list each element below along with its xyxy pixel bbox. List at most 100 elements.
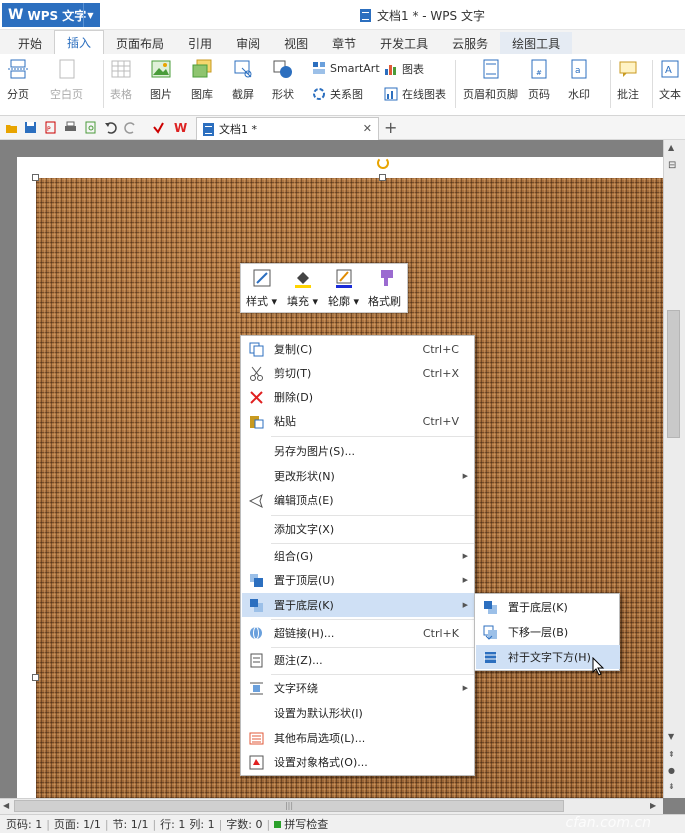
vertical-scroll-thumb[interactable] [667, 310, 680, 438]
table-button[interactable]: 表格 [110, 58, 132, 102]
chart-button[interactable]: 图表 [384, 61, 424, 77]
tab-developer[interactable]: 开发工具 [368, 32, 440, 54]
tab-cloud[interactable]: 云服务 [440, 32, 500, 54]
menu-item-send-to-back[interactable]: 置于底层(K) ▶ [242, 593, 475, 617]
open-icon[interactable] [5, 121, 18, 134]
menu-item-format-object[interactable]: 设置对象格式(O)... [242, 750, 475, 774]
ribbon-separator [455, 60, 456, 108]
redo-icon[interactable] [124, 121, 137, 134]
next-page-icon[interactable]: ⇟ [668, 782, 675, 791]
menu-label: 置于顶层(U) [274, 574, 335, 587]
menu-item-set-default-shape[interactable]: 设置为默认形状(I) [242, 701, 475, 725]
window-title-text: 文档1 * - WPS 文字 [377, 9, 485, 23]
online-chart-button[interactable]: 在线图表 [384, 86, 446, 102]
outline-button[interactable]: 轮廓 ▾ [328, 268, 359, 309]
gallery-label: 图库 [191, 88, 213, 101]
status-column: 列: 1 [189, 818, 215, 831]
tab-insert[interactable]: 插入 [54, 30, 105, 54]
page-number-button[interactable]: # 页码 [528, 58, 550, 102]
undo-icon[interactable] [104, 121, 117, 134]
menu-separator [271, 674, 474, 675]
blank-page-button[interactable]: 空白页 [50, 58, 83, 102]
menu-label: 复制(C) [274, 343, 313, 356]
submenu-item-send-to-back[interactable]: 置于底层(K) [476, 595, 620, 619]
header-footer-button[interactable]: 页眉和页脚 [463, 58, 518, 102]
picture-button[interactable]: 图片 [150, 58, 172, 102]
tab-section[interactable]: 章节 [320, 32, 368, 54]
menu-item-paste[interactable]: 粘贴 Ctrl+V [242, 409, 475, 433]
add-tab-icon[interactable]: + [384, 118, 397, 137]
select-browse-icon[interactable]: ● [668, 766, 675, 775]
document-icon [360, 9, 371, 22]
menu-item-save-as-image[interactable]: 另存为图片(S)... [242, 439, 475, 463]
tab-references[interactable]: 引用 [176, 32, 224, 54]
menu-item-add-text[interactable]: 添加文字(X) [242, 517, 475, 541]
submenu-item-send-backward[interactable]: 下移一层(B) [476, 620, 620, 644]
textbox-button[interactable]: A 文本 [659, 58, 681, 102]
menu-item-more-layout-options[interactable]: 其他布局选项(L)... [242, 726, 475, 750]
scroll-down-icon[interactable]: ▼ [668, 732, 674, 741]
smartart-button[interactable]: SmartArt [312, 61, 380, 75]
relation-diagram-label: 关系图 [330, 88, 363, 101]
menu-item-change-shape[interactable]: 更改形状(N) ▶ [242, 464, 475, 488]
save-icon[interactable] [24, 121, 37, 134]
tab-start[interactable]: 开始 [6, 32, 54, 54]
status-separator: | [266, 817, 271, 831]
customize-icon[interactable] [152, 121, 165, 134]
tab-page-layout[interactable]: 页面布局 [104, 32, 176, 54]
tab-view[interactable]: 视图 [272, 32, 320, 54]
menu-item-group[interactable]: 组合(G) ▶ [242, 544, 475, 568]
fill-button[interactable]: 填充 ▾ [287, 268, 318, 309]
menu-item-text-wrap[interactable]: 文字环绕 ▶ [242, 676, 475, 700]
vertical-scrollbar[interactable] [663, 140, 685, 798]
horizontal-scroll-thumb[interactable]: ||| [14, 800, 564, 812]
export-pdf-icon[interactable]: P [44, 121, 57, 134]
resize-handle[interactable] [32, 674, 39, 681]
watermark-button[interactable]: a 水印 [568, 58, 590, 102]
wps-logo-icon: W [8, 7, 24, 23]
menu-label: 文字环绕 [274, 682, 318, 695]
chevron-down-icon[interactable]: ▼ [83, 3, 97, 27]
resize-handle[interactable] [32, 174, 39, 181]
menu-label: 另存为图片(S)... [274, 445, 356, 458]
format-object-icon [249, 755, 264, 770]
gallery-button[interactable]: 图库 [191, 58, 213, 102]
svg-text:a: a [575, 66, 581, 76]
scroll-left-icon[interactable]: ◀ [3, 801, 9, 810]
menu-item-cut[interactable]: 剪切(T) Ctrl+X [242, 361, 475, 385]
relation-diagram-button[interactable]: 关系图 [312, 86, 363, 102]
tab-review[interactable]: 审阅 [224, 32, 272, 54]
outline-label: 轮廓 [328, 295, 350, 308]
scroll-up-icon[interactable]: ▲ [668, 143, 674, 152]
print-icon[interactable] [64, 121, 77, 134]
scroll-right-icon[interactable]: ▶ [650, 801, 656, 810]
spell-check-toggle[interactable]: 拼写检查 [274, 816, 328, 832]
close-tab-icon[interactable]: ✕ [363, 122, 372, 135]
comment-button[interactable]: 批注 [617, 58, 639, 102]
menu-item-delete[interactable]: 删除(D) [242, 385, 475, 409]
menu-item-bring-to-front[interactable]: 置于顶层(U) ▶ [242, 568, 475, 592]
menu-label: 设置为默认形状(I) [274, 707, 363, 720]
app-name: WPS 文字 [27, 8, 87, 23]
rotate-handle-icon[interactable] [377, 157, 389, 169]
ribbon-tabs: 开始 插入 页面布局 引用 审阅 视图 章节 开发工具 云服务 绘图工具 [0, 30, 685, 54]
print-preview-icon[interactable] [84, 121, 97, 134]
page-break-button[interactable]: 分页 [7, 58, 29, 102]
format-painter-button[interactable]: 格式刷 [368, 268, 401, 309]
resize-handle[interactable] [379, 174, 386, 181]
menu-item-caption[interactable]: 题注(Z)... [242, 648, 475, 672]
status-separator: | [218, 817, 223, 831]
tab-drawing-tools[interactable]: 绘图工具 [500, 32, 573, 54]
menu-item-edit-points[interactable]: 编辑顶点(E) [242, 488, 475, 512]
app-menu-button[interactable]: W WPS 文字 ▼ [2, 3, 100, 27]
menu-item-copy[interactable]: 复制(C) Ctrl+C [242, 337, 475, 361]
prev-page-icon[interactable]: ⇞ [668, 750, 675, 759]
menu-item-hyperlink[interactable]: 超链接(H)... Ctrl+K [242, 621, 475, 645]
ruler-toggle-icon[interactable]: ⊟ [668, 160, 676, 171]
status-word-count[interactable]: 字数: 0 [226, 816, 262, 832]
svg-text:A: A [665, 65, 672, 76]
screenshot-button[interactable]: 截屏 [232, 58, 254, 102]
shapes-button[interactable]: 形状 [272, 58, 294, 102]
style-button[interactable]: 样式 ▾ [246, 268, 277, 309]
document-tab[interactable]: 文档1 * ✕ [196, 117, 379, 140]
